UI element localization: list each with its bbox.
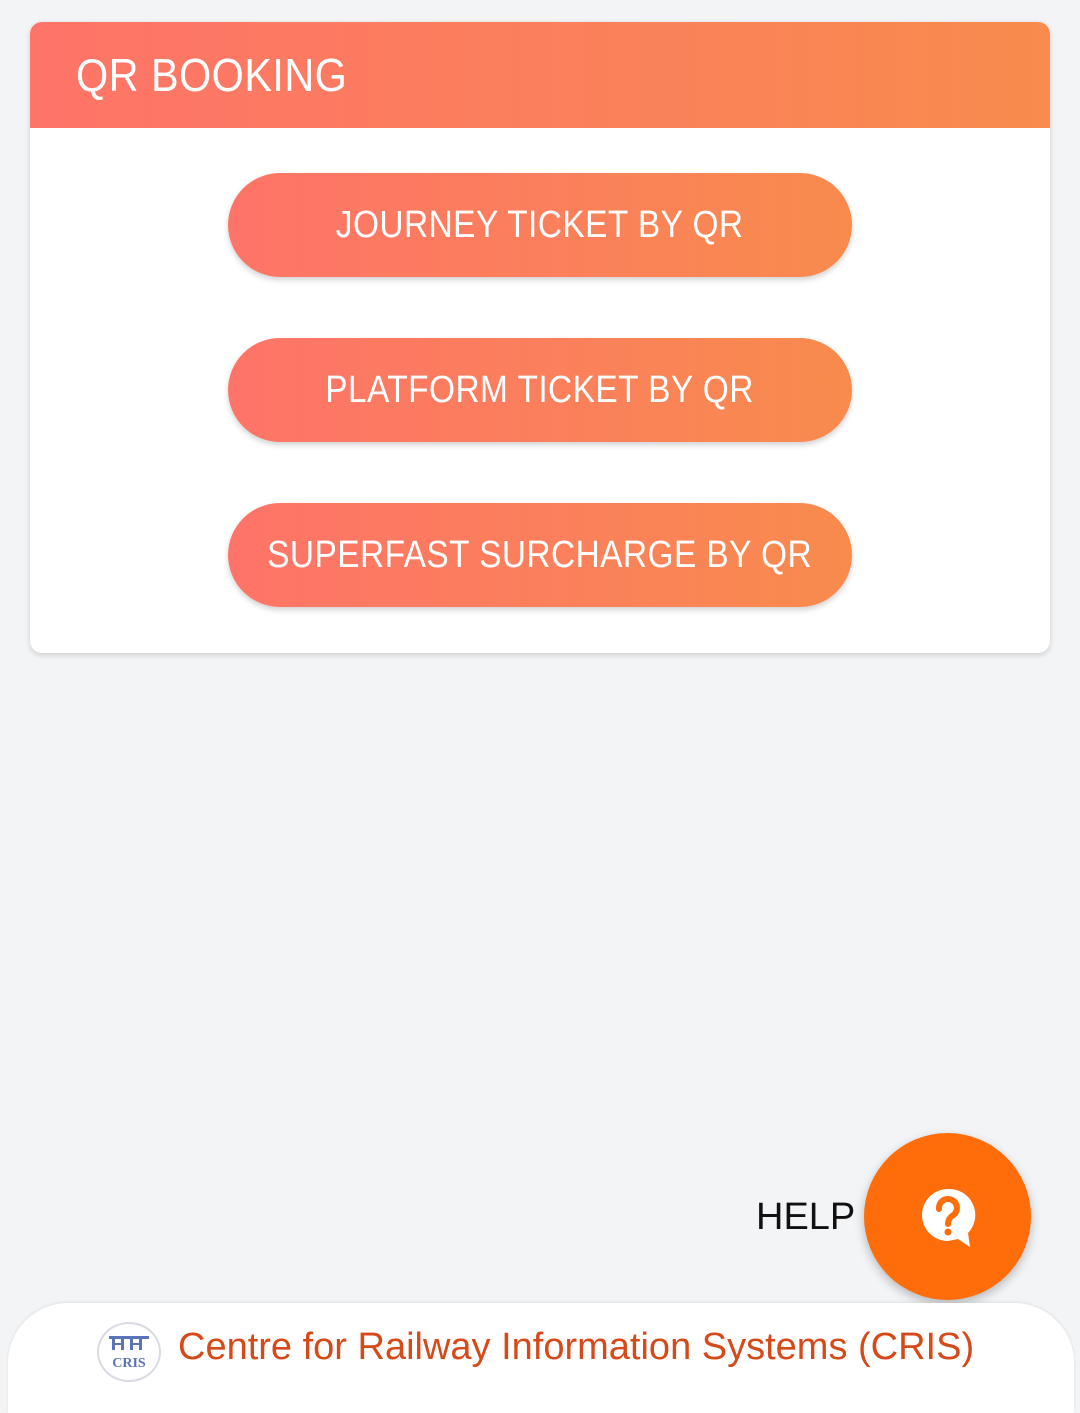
help-button[interactable] (864, 1133, 1031, 1300)
footer-org-name: Centre for Railway Information Systems (… (178, 1326, 975, 1368)
card-header: QR BOOKING (30, 22, 1050, 128)
svg-text:CRIS: CRIS (112, 1356, 146, 1371)
journey-ticket-button[interactable]: JOURNEY TICKET BY QR (228, 173, 852, 277)
cris-logo: CRIS (97, 1322, 161, 1382)
platform-ticket-button[interactable]: PLATFORM TICKET BY QR (228, 338, 852, 442)
superfast-surcharge-button[interactable]: SUPERFAST SURCHARGE BY QR (228, 503, 852, 607)
qr-booking-card: QR BOOKING JOURNEY TICKET BY QR PLATFORM… (30, 22, 1050, 653)
help-label[interactable]: HELP (756, 1196, 855, 1239)
card-title: QR BOOKING (76, 49, 348, 101)
superfast-surcharge-button-label: SUPERFAST SURCHARGE BY QR (267, 533, 813, 576)
question-bubble-icon (921, 1188, 975, 1247)
platform-ticket-button-label: PLATFORM TICKET BY QR (325, 368, 755, 411)
journey-ticket-button-label: JOURNEY TICKET BY QR (336, 203, 744, 246)
